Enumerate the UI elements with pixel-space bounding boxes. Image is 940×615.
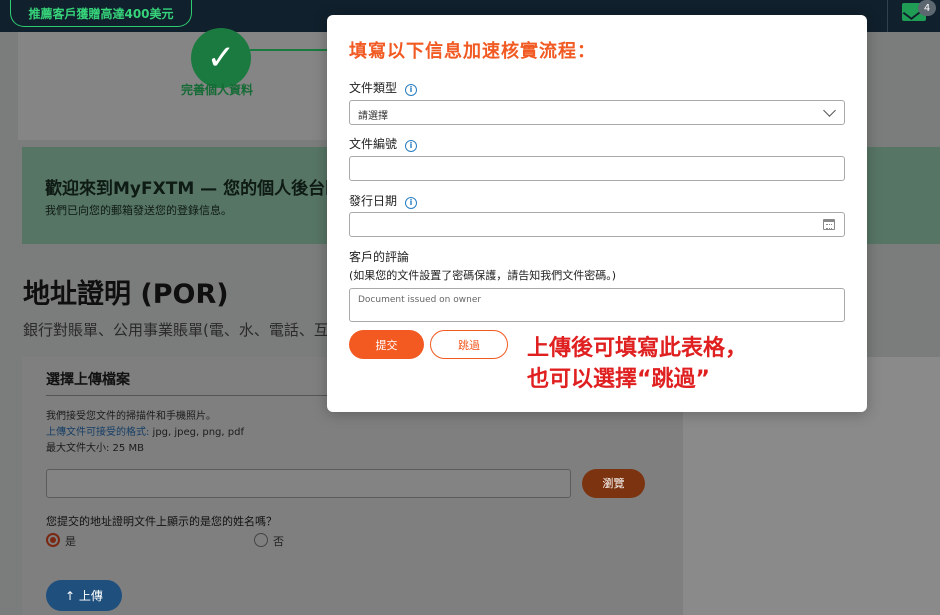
radio-yes[interactable] [46, 533, 60, 547]
browse-button[interactable]: 瀏覽 [582, 469, 645, 498]
referral-promo-button[interactable]: 推薦客戶獲贈高達400美元 [10, 0, 192, 27]
instruction-annotation: 上傳後可填寫此表格， 也可以選擇“跳過” [527, 333, 747, 395]
doc-type-select[interactable]: 請選擇 [349, 100, 845, 125]
submit-button[interactable]: 提交 [349, 330, 424, 359]
doc-number-label: 文件編號 i [349, 135, 418, 152]
annotation-line-1: 上傳後可填寫此表格， [527, 336, 748, 361]
upload-button[interactable]: ↑ 上傳 [46, 580, 122, 611]
info-icon[interactable]: i [405, 197, 418, 209]
divider [46, 395, 331, 396]
formats-value: jpg, jpeg, png, pdf [149, 427, 244, 438]
comment-label: 客戶的評論 [349, 250, 410, 264]
upload-heading: 選擇上傳檔案 [46, 372, 130, 388]
formats-info: 上傳文件可接受的格式: jpg, jpeg, png, pdf [46, 423, 244, 438]
skip-button[interactable]: 跳過 [430, 330, 508, 359]
modal-title: 填寫以下信息加速核實流程： [349, 41, 596, 62]
formats-link[interactable]: 上傳文件可接受的格式: [46, 427, 149, 438]
page-title: 地址證明 (POR) [23, 279, 229, 310]
promo-label: 推薦客戶獲贈高達400美元 [28, 6, 174, 21]
page-description: 銀行對賬單、公用事業賬單(電、水、電話、互 [23, 321, 329, 339]
doc-number-input[interactable] [349, 156, 845, 181]
max-size-info: 最大文件大小: 25 MB [46, 443, 144, 454]
chevron-down-icon [823, 104, 836, 117]
welcome-title: 歡迎來到MyFXTM — 您的個人後台區 [45, 179, 343, 199]
upload-arrow-icon: ↑ [65, 588, 79, 603]
name-question: 您提交的地址證明文件上顯示的是您的姓名嗎？ [46, 515, 277, 528]
file-path-input[interactable] [46, 469, 571, 498]
info-icon[interactable]: i [405, 140, 418, 152]
radio-no[interactable] [254, 533, 268, 547]
doc-type-label: 文件類型 i [349, 79, 418, 96]
issue-date-label: 發行日期 i [349, 192, 418, 209]
info-icon[interactable]: i [405, 84, 418, 96]
notification-badge: 4 [918, 0, 936, 16]
step-label-profile: 完善個人資料 [181, 83, 254, 97]
annotation-line-2: 也可以選擇“跳過” [527, 367, 710, 392]
topbar-divider [887, 0, 888, 32]
radio-no-label: 否 [273, 535, 284, 548]
upload-button-label: 上傳 [78, 589, 103, 603]
doc-type-selected: 請選擇 [358, 111, 388, 122]
comment-hint: (如果您的文件設置了密碼保護，請告知我們文件密碼。) [349, 269, 617, 282]
calendar-icon[interactable] [823, 219, 835, 230]
comment-textarea[interactable]: Document issued on owner [349, 288, 845, 322]
checkmark-icon: ✓ [191, 28, 251, 88]
comment-value: Document issued on owner [358, 295, 482, 305]
issue-date-input[interactable] [349, 212, 845, 237]
verification-modal: 填寫以下信息加速核實流程： 文件類型 i 請選擇 文件編號 i 發行日期 i 客戶的評… [327, 15, 867, 412]
welcome-subtitle: 我們已向您的郵箱發送您的登錄信息。 [45, 204, 232, 217]
radio-yes-label: 是 [65, 535, 76, 548]
accepted-docs-info: 我們接受您文件的掃描件和手機照片。 [46, 411, 216, 422]
